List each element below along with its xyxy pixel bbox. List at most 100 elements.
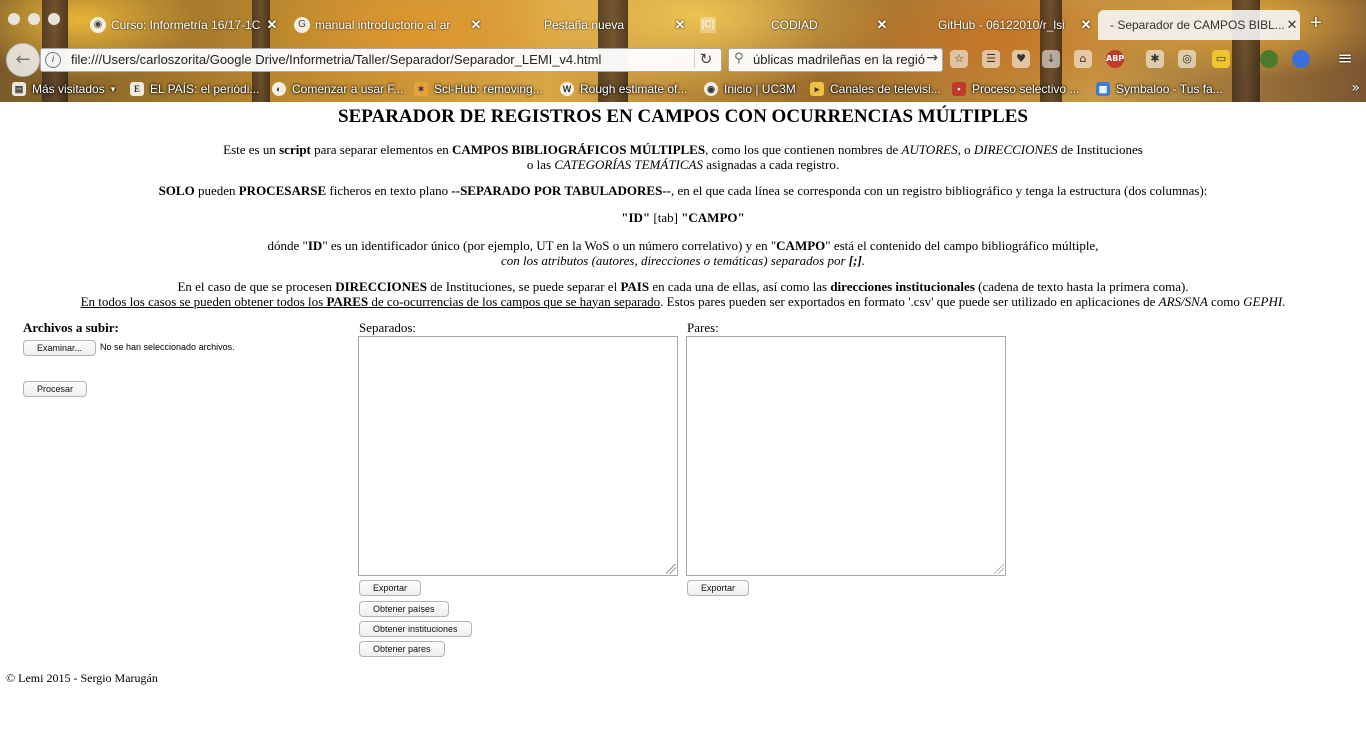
reading-list-icon[interactable]: ☰ — [982, 50, 1000, 68]
caso-text: En el caso de que se procesen — [177, 279, 336, 294]
extension-circle-icon[interactable] — [1260, 50, 1278, 68]
page-title: SEPARADOR DE REGISTROS EN CAMPOS CON OCU… — [338, 106, 1028, 127]
close-icon[interactable]: ✕ — [468, 17, 484, 33]
intro-text: asignadas a cada registro. — [703, 156, 840, 172]
solo-bold: --SEPARADO POR TABULADORES-- — [451, 183, 671, 198]
caso-bold: DIRECCIONES — [335, 279, 427, 294]
bookmark-proceso[interactable]: ▪ Proceso selectivo ... — [952, 80, 1079, 98]
export-separados-button[interactable]: Exportar — [359, 580, 422, 596]
obtener-instituciones-button[interactable]: Obtener instituciones — [359, 621, 472, 637]
window-maximize-dot[interactable] — [48, 13, 60, 25]
search-go-arrow-icon[interactable]: → — [926, 50, 938, 66]
bookmark-label: Proceso selectivo ... — [972, 82, 1080, 96]
bookmarks-bar: ▤ Más visitados ▾ E EL PAÍS: el periódi.… — [0, 78, 1366, 100]
bookmark-canales[interactable]: ▸ Canales de televisi... — [810, 80, 941, 98]
caso-text: de Instituciones, se puede separar el — [426, 279, 621, 294]
intro-bold: CAMPOS BIBLIOGRÁFICOS MÚLTIPLES — [452, 142, 706, 157]
solo-text: , en el que cada línea se corresponda co… — [671, 183, 1208, 198]
caso-italic: GEPHI — [1243, 293, 1283, 309]
bookmark-uc3m[interactable]: ◉ Inicio | UC3M — [704, 80, 796, 98]
bookmark-label: Comenzar a usar F... — [292, 82, 404, 96]
close-icon[interactable]: ✕ — [264, 17, 280, 33]
most-visited-icon: ▤ — [12, 82, 26, 96]
home-icon[interactable]: ⌂ — [1074, 50, 1092, 68]
intro-text: , o — [957, 142, 974, 157]
separados-textarea[interactable] — [358, 336, 678, 576]
no-file-text: No se han seleccionado archivos. — [100, 342, 235, 352]
intro-text: o las — [526, 156, 555, 172]
caso-underlined: de co-ocurrencias de los campos que se h… — [368, 293, 661, 309]
obtener-paises-button[interactable]: Obtener países — [359, 601, 449, 617]
extension-icon[interactable]: ✱ — [1146, 50, 1164, 68]
search-bar[interactable]: ⚲ úblicas madrileñas en la región → — [728, 48, 943, 72]
wordpress-icon: W — [560, 82, 574, 96]
new-tab-button[interactable]: + — [1310, 12, 1322, 35]
caso-text: . — [1282, 293, 1286, 309]
bookmark-scihub[interactable]: ✶ Sci-Hub: removing... — [414, 80, 543, 98]
close-icon[interactable]: ✕ — [1078, 17, 1094, 33]
bookmark-symbaloo[interactable]: ▦ Symbaloo - Tus fa... — [1096, 80, 1223, 98]
reload-icon[interactable]: ↻ — [694, 50, 717, 68]
solo-bold: SOLO — [158, 183, 195, 198]
intro-text: de Instituciones — [1057, 142, 1143, 157]
bookmark-label: Canales de televisi... — [830, 82, 941, 96]
tab-informetria[interactable]: ◉ Curso: Informetría 16/17-1C ✕ — [90, 10, 280, 40]
moodle-icon: ◉ — [90, 17, 106, 33]
bookmark-elpais[interactable]: E EL PAÍS: el periódi... — [130, 80, 259, 98]
process-button[interactable]: Procesar — [23, 381, 88, 397]
caso-bold: PAIS — [620, 279, 650, 294]
tab-manual[interactable]: G manual introductorio al ar ✕ — [294, 10, 484, 40]
window-close-dot[interactable] — [8, 13, 20, 25]
browse-button[interactable]: Examinar... — [23, 340, 97, 356]
pares-label: Pares: — [687, 320, 719, 335]
caso-text: en cada una de ellas, así como las — [649, 279, 831, 294]
resize-grip-icon[interactable] — [666, 564, 676, 574]
pares-textarea[interactable] — [686, 336, 1006, 576]
intro-paragraph: Este es un script para separar elementos… — [0, 142, 1366, 172]
window-minimize-dot[interactable] — [28, 13, 40, 25]
codiad-icon: [C] — [700, 17, 716, 33]
export-pares-button[interactable]: Exportar — [687, 580, 750, 596]
url-bar[interactable]: i file:///Users/carloszorita/Google Driv… — [40, 48, 722, 72]
url-text[interactable]: file:///Users/carloszorita/Google Drive/… — [71, 52, 601, 67]
tab-github[interactable]: GitHub - 06122010/r_lsi ✕ — [904, 10, 1094, 40]
back-arrow-icon[interactable]: ← — [6, 43, 40, 77]
solo-bold: PROCESARSE — [238, 183, 327, 198]
info-icon[interactable]: i — [45, 52, 61, 68]
folder-icon[interactable]: ▭ — [1212, 50, 1230, 68]
intro-italic: DIRECCIONES — [973, 142, 1058, 157]
adblock-icon[interactable]: ABP — [1106, 50, 1124, 68]
solo-text: ficheros en texto plano — [326, 183, 452, 198]
search-query[interactable]: úblicas madrileñas en la región — [753, 52, 925, 67]
google-icon: G — [294, 17, 310, 33]
donde-bold: CAMPO — [776, 238, 826, 253]
tab-separador[interactable]: - Separador de CAMPOS BIBL... ✕ — [1098, 10, 1300, 40]
bookmarks-overflow-icon[interactable]: » — [1351, 80, 1360, 96]
donde-paragraph: dónde "ID" es un identificador único (po… — [0, 238, 1366, 268]
bookmark-rough-estimate[interactable]: W Rough estimate of... — [560, 80, 687, 98]
intro-text: Este es un — [223, 142, 280, 157]
intro-italic: AUTORES — [901, 142, 958, 157]
hamburger-menu-icon[interactable]: ≡ — [1336, 50, 1354, 68]
proceso-icon: ▪ — [952, 82, 966, 96]
tab-nueva[interactable]: Pestaña nueva ✕ — [498, 10, 688, 40]
download-arrow-icon[interactable]: ↓ — [1042, 50, 1060, 68]
tab-title: Curso: Informetría 16/17-1C — [111, 18, 261, 32]
bookmark-firefox[interactable]: ◐ Comenzar a usar F... — [272, 80, 403, 98]
close-icon[interactable]: ✕ — [1284, 17, 1300, 33]
close-icon[interactable]: ✕ — [672, 17, 688, 33]
resize-grip-icon[interactable] — [994, 564, 1004, 574]
tab-codiad[interactable]: [C] CODIAD ✕ — [700, 10, 890, 40]
extension-globe-icon[interactable]: ◎ — [1178, 50, 1196, 68]
obtener-pares-button[interactable]: Obtener pares — [359, 641, 445, 657]
footer: © Lemi 2015 - Sergio Marugán — [6, 671, 158, 685]
close-icon[interactable]: ✕ — [874, 17, 890, 33]
bookmark-star-icon[interactable]: ☆ — [950, 50, 968, 68]
caso-text: . Estos pares pueden ser exportados en f… — [660, 293, 1159, 309]
tab-title: manual introductorio al ar — [315, 18, 451, 32]
caso-underlined-bold: PARES — [326, 293, 369, 309]
bookmark-label: Rough estimate of... — [580, 82, 688, 96]
pocket-icon[interactable]: ♥ — [1012, 50, 1030, 68]
extension-shield-icon[interactable] — [1292, 50, 1310, 68]
bookmark-mas-visitados[interactable]: ▤ Más visitados ▾ — [12, 80, 115, 98]
